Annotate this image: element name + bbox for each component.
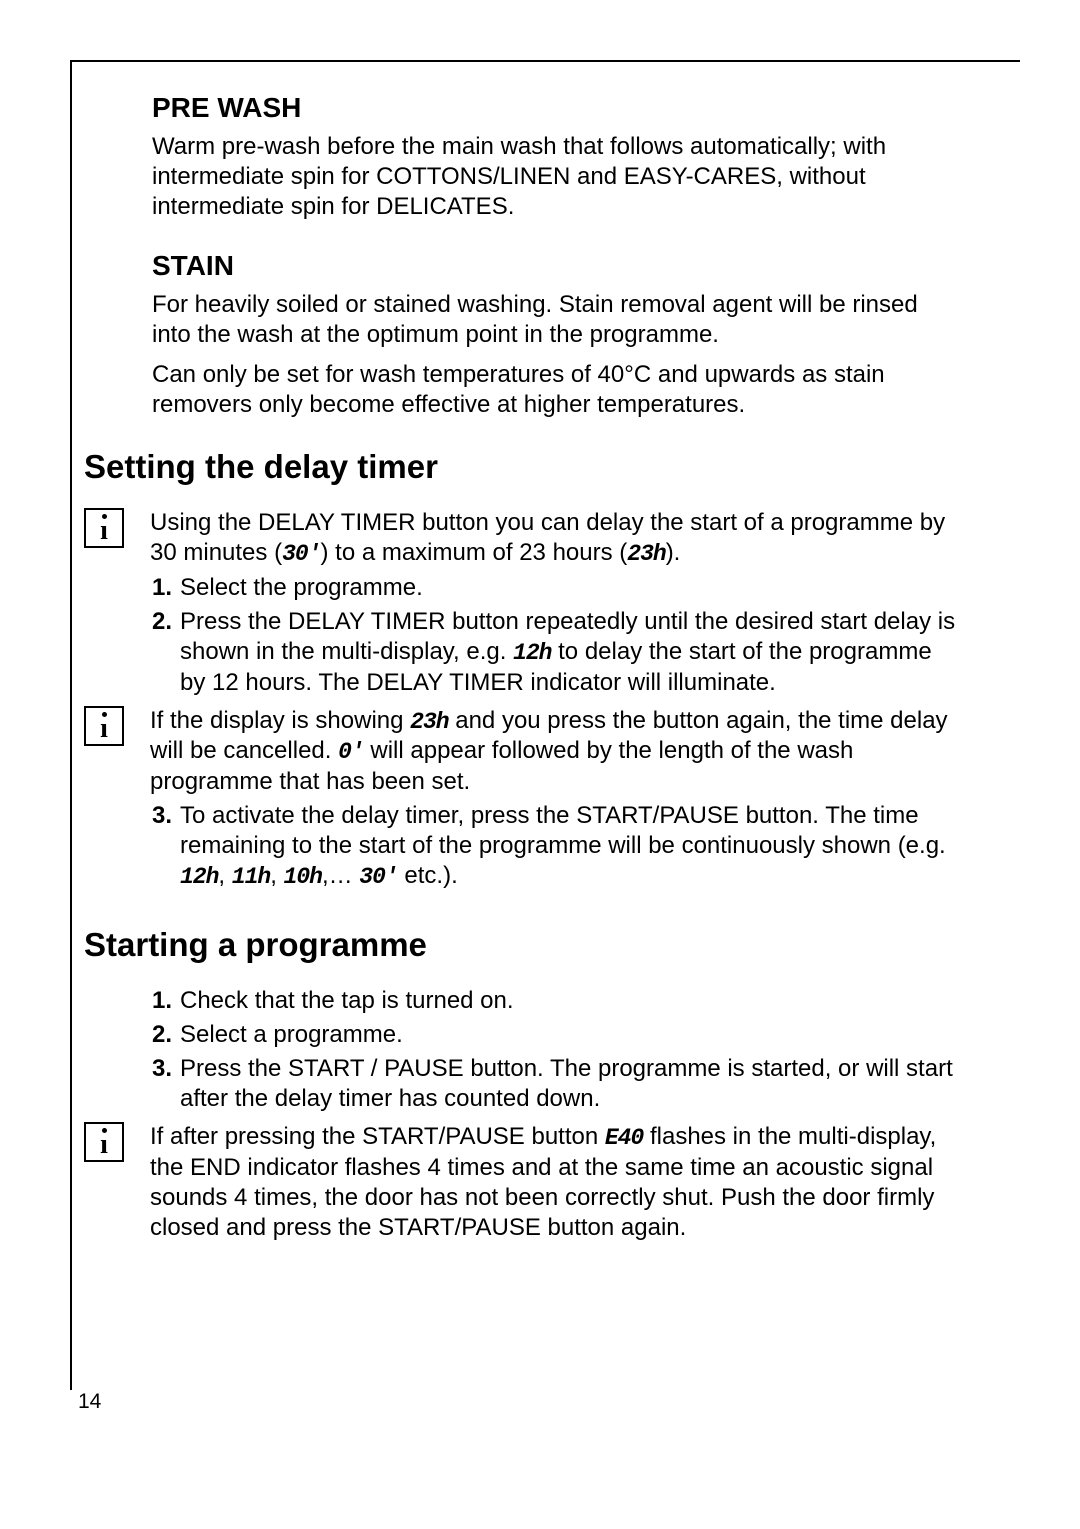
segment-0m: 0' <box>338 739 364 765</box>
t: ,… <box>322 862 359 889</box>
page-content: PRE WASH Warm pre-wash before the main w… <box>72 92 1020 1243</box>
starting-steps: Check that the tap is turned on. Select … <box>152 986 960 1114</box>
info-icon-dot <box>102 1128 107 1133</box>
info-delay-1: ı Using the DELAY TIMER button you can d… <box>84 508 960 569</box>
starting-step-2: Select a programme. <box>152 1020 960 1050</box>
info-icon-dot <box>102 514 107 519</box>
heading-stain: STAIN <box>152 250 960 282</box>
info-icon-dot <box>102 712 107 717</box>
body-pre-wash: Warm pre-wash before the main wash that … <box>152 132 960 222</box>
t: , <box>270 862 283 889</box>
section-starting: Starting a programme <box>84 926 960 964</box>
body-stain-1: For heavily soiled or stained washing. S… <box>152 290 960 350</box>
info-starting: ı If after pressing the START/PAUSE butt… <box>84 1122 960 1243</box>
section-delay-timer: Setting the delay timer <box>84 448 960 486</box>
segment-23h-b: 23h <box>410 709 448 735</box>
heading-delay-timer: Setting the delay timer <box>84 448 960 486</box>
t: If after pressing the START/PAUSE button <box>150 1123 605 1150</box>
segment-12h-list: 12h <box>180 864 218 890</box>
delay-step-3: To activate the delay timer, press the S… <box>152 801 960 892</box>
segment-10h-list: 10h <box>284 864 322 890</box>
t: ) to a maximum of 23 hours ( <box>320 539 627 566</box>
info-delay-2-text: If the display is showing 23h and you pr… <box>150 706 960 798</box>
manual-page: PRE WASH Warm pre-wash before the main w… <box>0 0 1080 1529</box>
segment-30m: 30' <box>282 541 320 567</box>
body-stain-2: Can only be set for wash temperatures of… <box>152 360 960 420</box>
t: , <box>218 862 231 889</box>
segment-11h-list: 11h <box>232 864 270 890</box>
heading-starting: Starting a programme <box>84 926 960 964</box>
t: To activate the delay timer, press the S… <box>180 802 946 859</box>
delay-step-1: Select the programme. <box>152 573 960 603</box>
section-pre-wash: PRE WASH Warm pre-wash before the main w… <box>152 92 960 222</box>
t: ). <box>666 539 681 566</box>
section-stain: STAIN For heavily soiled or stained wash… <box>152 250 960 420</box>
info-icon-stem: ı <box>100 517 108 545</box>
info-icon: ı <box>84 706 124 746</box>
delay-steps-3: To activate the delay timer, press the S… <box>152 801 960 892</box>
starting-step-1: Check that the tap is turned on. <box>152 986 960 1016</box>
segment-12h: 12h <box>513 640 551 666</box>
spacer <box>152 900 960 926</box>
info-icon: ı <box>84 508 124 548</box>
heading-pre-wash: PRE WASH <box>152 92 960 124</box>
segment-e40: E40 <box>605 1125 643 1151</box>
info-icon-stem: ı <box>100 715 108 743</box>
segment-23h: 23h <box>627 541 665 567</box>
page-number: 14 <box>78 1390 101 1414</box>
info-delay-2: ı If the display is showing 23h and you … <box>84 706 960 798</box>
delay-step-2: Press the DELAY TIMER button repeatedly … <box>152 607 960 698</box>
segment-30m-list: 30' <box>359 864 397 890</box>
t: If the display is showing <box>150 707 410 734</box>
info-starting-text: If after pressing the START/PAUSE button… <box>150 1122 960 1243</box>
page-frame: PRE WASH Warm pre-wash before the main w… <box>70 60 1020 1390</box>
t: etc.). <box>398 862 458 889</box>
info-icon: ı <box>84 1122 124 1162</box>
info-delay-1-text: Using the DELAY TIMER button you can del… <box>150 508 960 569</box>
starting-step-3: Press the START / PAUSE button. The prog… <box>152 1054 960 1114</box>
delay-steps-1-2: Select the programme. Press the DELAY TI… <box>152 573 960 698</box>
info-icon-stem: ı <box>100 1131 108 1159</box>
